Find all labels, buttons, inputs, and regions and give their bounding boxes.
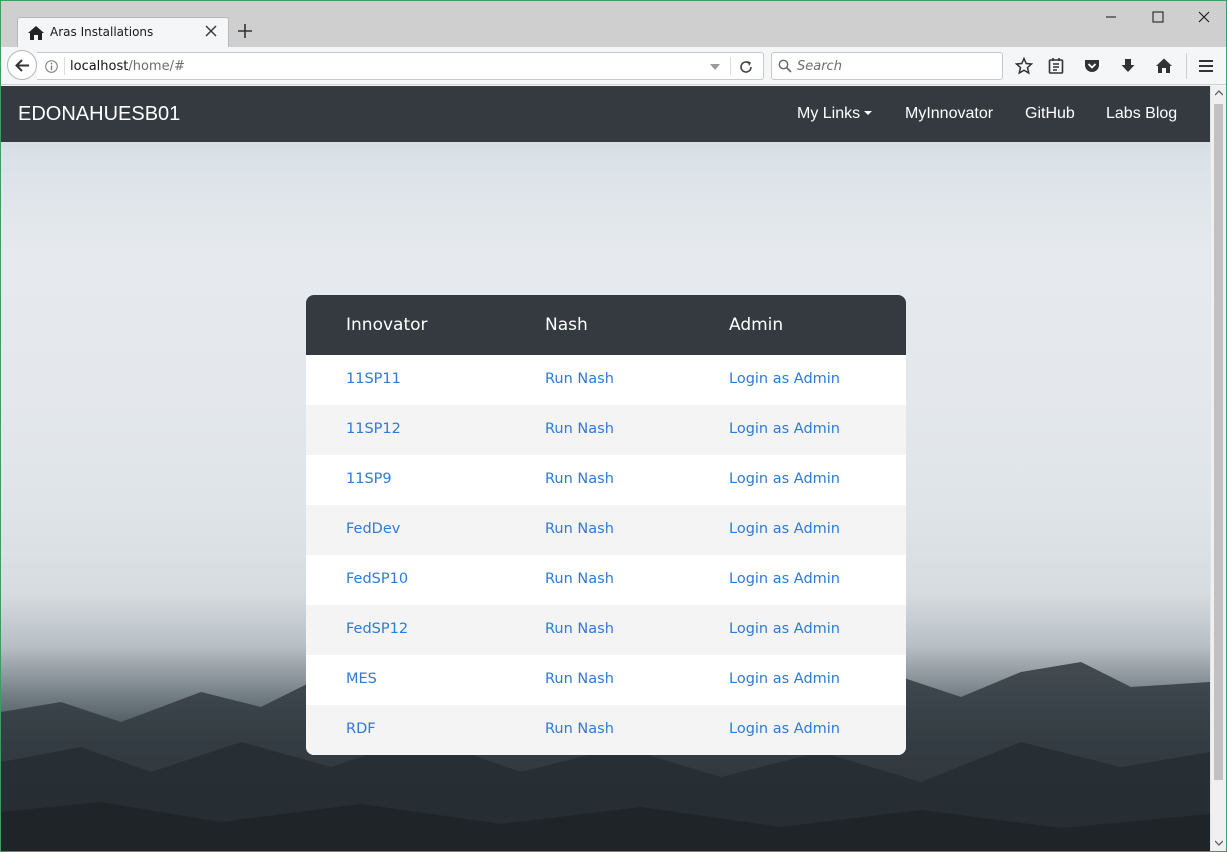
url-path: /home/# [128,59,185,74]
info-icon[interactable] [45,60,58,73]
login-as-admin-link[interactable]: Login as Admin [729,421,840,437]
scrollbar-thumb[interactable] [1214,104,1223,780]
toolbar-separator [1186,53,1187,79]
labs-blog-link[interactable]: Labs Blog [1106,105,1177,123]
download-icon[interactable] [1119,57,1137,75]
reading-list-icon[interactable] [1047,57,1065,75]
menu-icon[interactable] [1197,57,1215,75]
vertical-scrollbar[interactable] [1210,86,1226,851]
myinnovator-link[interactable]: MyInnovator [905,105,993,123]
run-nash-link[interactable]: Run Nash [545,671,614,687]
url-bar[interactable]: localhost/home/# [37,52,764,80]
browser-toolbar: localhost/home/# [1,47,1226,85]
column-header-nash: Nash [545,315,588,335]
login-as-admin-link[interactable]: Login as Admin [729,621,840,637]
run-nash-link[interactable]: Run Nash [545,521,614,537]
url-text[interactable]: localhost/home/# [70,59,185,74]
run-nash-link[interactable]: Run Nash [545,371,614,387]
window-close-icon[interactable] [1196,9,1212,25]
innovator-link[interactable]: FedSP10 [346,571,408,587]
login-as-admin-link[interactable]: Login as Admin [729,371,840,387]
column-header-innovator: Innovator [346,315,428,335]
home-icon[interactable] [1155,57,1173,75]
table-row: FedDev Run Nash Login as Admin [306,505,906,555]
minimize-icon[interactable] [1103,9,1119,25]
login-as-admin-link[interactable]: Login as Admin [729,521,840,537]
run-nash-link[interactable]: Run Nash [545,571,614,587]
innovator-link[interactable]: FedDev [346,521,400,537]
table-body: 11SP11 Run Nash Login as Admin 11SP12 Ru… [306,355,906,755]
page-viewport: EDONAHUESB01 My Links MyInnovator GitHub… [1,86,1210,851]
tab-title: Aras Installations [50,25,154,39]
caret-down-icon [864,111,873,115]
site-brand[interactable]: EDONAHUESB01 [18,103,180,126]
login-as-admin-link[interactable]: Login as Admin [729,671,840,687]
scroll-down-arrow-icon[interactable] [1215,840,1223,846]
scroll-up-arrow-icon[interactable] [1215,90,1223,96]
table-row: 11SP11 Run Nash Login as Admin [306,355,906,405]
column-header-admin: Admin [729,315,784,335]
innovator-link[interactable]: MES [346,671,377,687]
run-nash-link[interactable]: Run Nash [545,721,614,737]
search-input[interactable] [797,57,997,75]
run-nash-link[interactable]: Run Nash [545,471,614,487]
table-row: MES Run Nash Login as Admin [306,655,906,705]
login-as-admin-link[interactable]: Login as Admin [729,571,840,587]
url-separator [730,57,731,75]
tab-strip: Aras Installations [1,1,1226,47]
close-tab-icon[interactable] [204,24,218,38]
back-button[interactable] [7,50,37,80]
search-icon [778,59,792,73]
reload-icon[interactable] [738,59,754,75]
installations-table: Innovator Nash Admin 11SP11 Run Nash Log… [306,295,906,755]
search-bar[interactable] [771,52,1003,80]
run-nash-link[interactable]: Run Nash [545,421,614,437]
home-icon [28,26,44,40]
browser-window: Aras Installations localhost/home/# Sear… [0,0,1227,852]
new-tab-icon[interactable] [237,23,253,39]
browser-tab[interactable]: Aras Installations [17,17,229,47]
innovator-link[interactable]: 11SP12 [346,421,401,437]
login-as-admin-link[interactable]: Login as Admin [729,721,840,737]
table-row: 11SP12 Run Nash Login as Admin [306,405,906,455]
github-link[interactable]: GitHub [1025,105,1075,123]
login-as-admin-link[interactable]: Login as Admin [729,471,840,487]
table-row: RDF Run Nash Login as Admin [306,705,906,755]
bookmark-star-icon[interactable] [1015,57,1033,75]
url-dropdown-icon[interactable] [709,62,721,72]
table-header: Innovator Nash Admin [306,295,906,355]
url-separator [64,57,65,75]
innovator-link[interactable]: 11SP9 [346,471,392,487]
table-row: FedSP10 Run Nash Login as Admin [306,555,906,605]
table-row: 11SP9 Run Nash Login as Admin [306,455,906,505]
my-links-dropdown[interactable]: My Links [797,105,873,123]
innovator-link[interactable]: 11SP11 [346,371,401,387]
maximize-icon[interactable] [1150,9,1166,25]
pocket-icon[interactable] [1083,57,1101,75]
innovator-link[interactable]: RDF [346,721,376,737]
innovator-link[interactable]: FedSP12 [346,621,408,637]
my-links-label: My Links [797,105,861,122]
back-arrow-icon [15,59,29,72]
site-navbar: EDONAHUESB01 My Links MyInnovator GitHub… [1,86,1210,142]
table-row: FedSP12 Run Nash Login as Admin [306,605,906,655]
run-nash-link[interactable]: Run Nash [545,621,614,637]
url-host: localhost [70,59,129,74]
